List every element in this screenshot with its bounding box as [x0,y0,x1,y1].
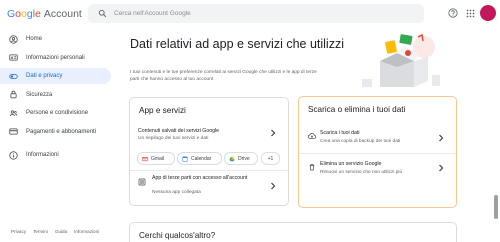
chip-drive[interactable]: Drive [224,152,258,165]
chevron-right-icon[interactable] [270,129,276,137]
sidebar-item-label: Home [26,36,43,42]
card-title: App e servizi [139,106,186,115]
avatar[interactable] [480,5,496,21]
data-box-illustration [362,33,440,87]
third-party-apps-subtitle: Nessuna app collegata [152,190,201,195]
sidebar-item-data-privacy[interactable]: Dati e privacy [0,68,111,84]
chevron-right-icon[interactable] [438,134,444,142]
chip-calendar[interactable]: Calendar [177,152,222,165]
card-title: Cerchi qualcos'altro? [139,231,216,240]
download-data-subtitle: Crea una copia di backup dei tuoi dati [320,139,401,144]
top-bar: Google Account Cerca nell'Account Google [0,0,500,28]
sidebar-item-label: Informazioni personali [26,54,85,61]
help-icon[interactable] [446,6,460,20]
cloud-download-icon [308,133,316,139]
sidebar-item-security[interactable]: Sicurezza [0,87,111,103]
footer-link-about[interactable]: Informazioni [74,229,99,234]
apps-grid-box-icon [138,178,146,186]
saved-content-subtitle: Un riepilogo dei tuoi servizi e dati [138,136,209,141]
sidebar-item-label: Persone e condivisione [26,110,89,116]
footer-links: Privacy Termini Guida Informazioni [11,229,99,234]
page-title: Dati relativi ad app e servizi che utili… [130,37,344,51]
card-icon [9,128,18,135]
google-account-logo[interactable]: Google Account [7,8,82,20]
search-input[interactable]: Cerca nell'Account Google [114,10,191,17]
divider [300,153,456,154]
chevron-right-icon[interactable] [270,182,276,190]
gmail-icon [142,156,148,161]
trash-icon [309,164,315,171]
sidebar-item-people-sharing[interactable]: Persone e condivisione [0,105,111,121]
divider [130,170,288,171]
people-icon [9,109,18,116]
chip-more[interactable]: +1 [261,152,280,165]
toggle-icon [9,73,18,79]
sidebar-item-payments[interactable]: Pagamenti e abbonamenti [0,124,111,140]
sidebar-item-label: Pagamenti e abbonamenti [26,128,97,135]
saved-content-title[interactable]: Contenuti salvati dei servizi Google [138,128,219,134]
footer-link-privacy[interactable]: Privacy [11,229,26,234]
footer-link-terms[interactable]: Termini [33,229,48,234]
page-intro: I tuoi contenuti e le tue preferenze cor… [130,70,317,82]
search-bar[interactable]: Cerca nell'Account Google [88,4,424,23]
scrollbar-thumb[interactable] [494,195,498,219]
looking-for-something-card: Cerchi qualcos'altro? [129,222,457,242]
sidebar-item-about[interactable]: Informazioni [0,147,111,163]
delete-service-subtitle: Rimuovi un servizio che non utilizzi più [320,170,403,175]
download-data-title[interactable]: Scarica i tuoi dati [320,130,360,136]
sidebar: Home Informazioni personali Dati e priva… [0,31,111,166]
delete-service-title[interactable]: Elimina un servizio Google [320,161,381,167]
chip-gmail[interactable]: Gmail [137,152,175,165]
drive-icon [229,156,235,161]
sidebar-item-label: Dati e privacy [26,73,63,79]
person-circle-icon [9,34,18,44]
chevron-right-icon[interactable] [438,164,444,172]
apps-grid-icon[interactable] [463,6,477,20]
sidebar-item-label: Informazioni [26,152,59,158]
third-party-apps-title[interactable]: App di terze parti con accesso all'accou… [152,175,262,182]
sidebar-item-personal-info[interactable]: Informazioni personali [0,50,111,66]
calendar-icon [182,155,188,162]
card-title: Scarica o elimina i tuoi dati [308,105,406,114]
download-delete-card: Scarica o elimina i tuoi dati [298,96,457,208]
lock-icon [10,90,17,99]
id-card-icon [9,54,18,61]
search-icon[interactable] [94,4,110,23]
footer-link-help[interactable]: Guida [55,229,67,234]
sidebar-item-label: Sicurezza [26,91,53,98]
sidebar-item-home[interactable]: Home [0,31,111,47]
info-icon [9,150,18,160]
